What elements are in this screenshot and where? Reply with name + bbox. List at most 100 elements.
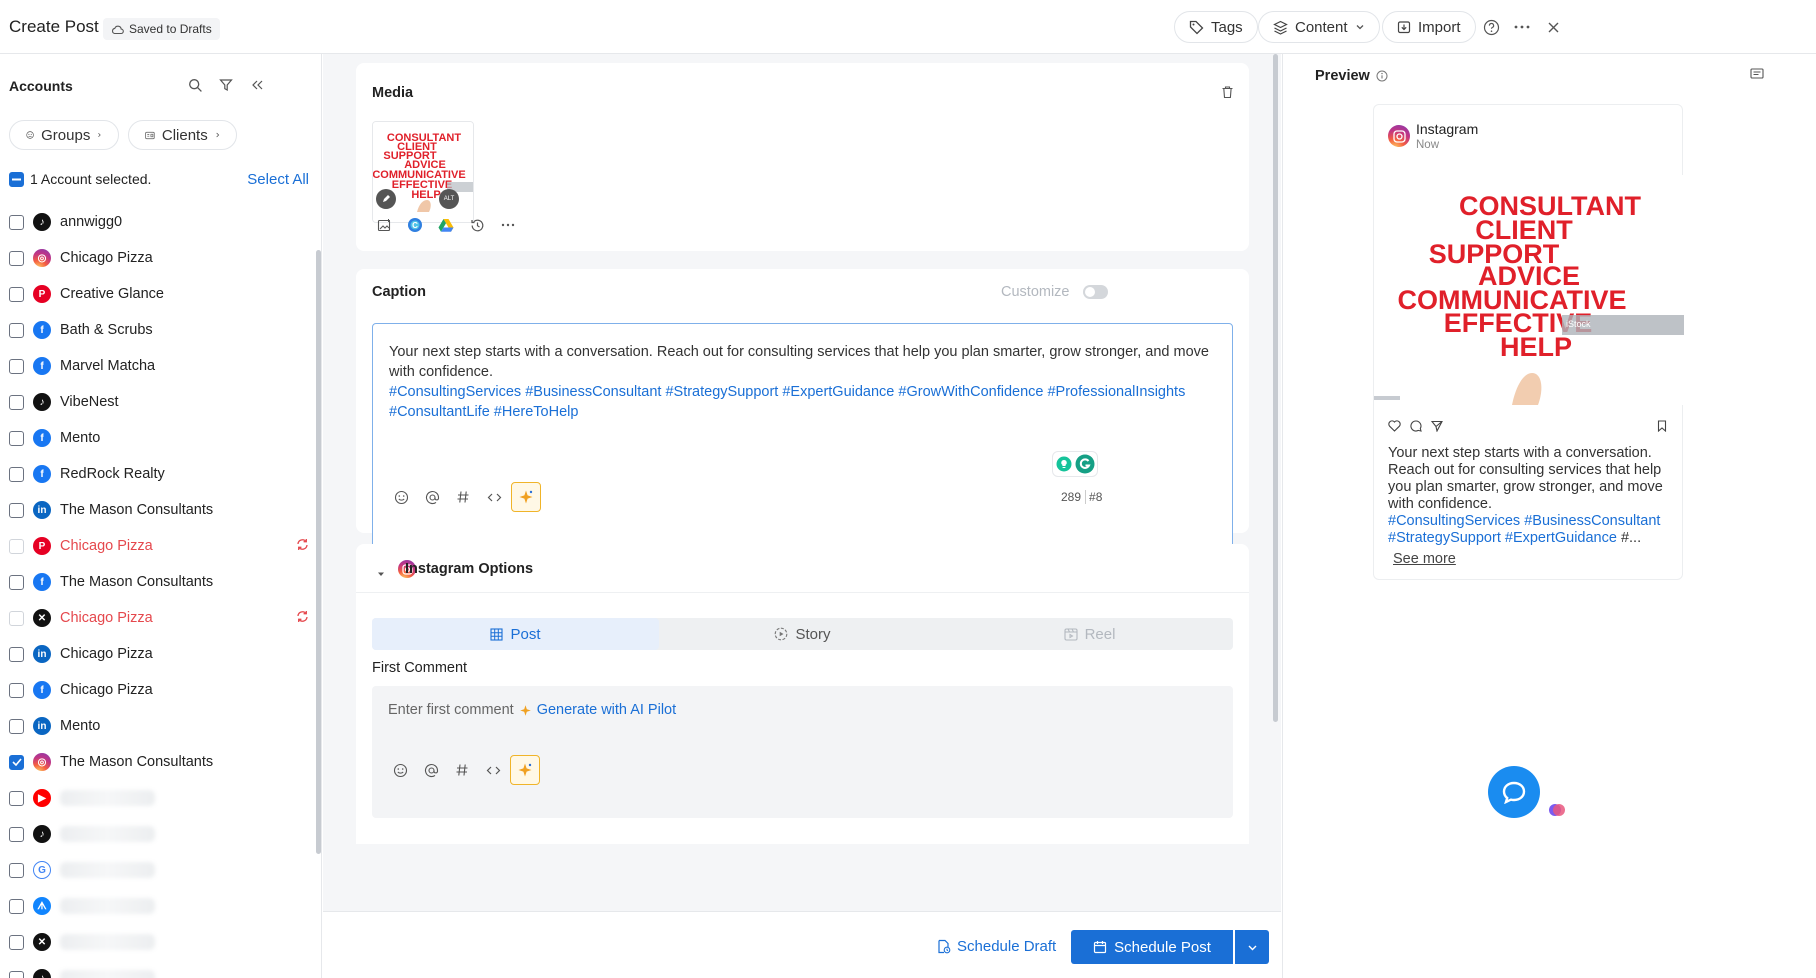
google-drive-icon[interactable] bbox=[435, 214, 457, 236]
first-comment-editor[interactable]: Enter first comment Generate with AI Pil… bbox=[372, 686, 1233, 818]
account-checkbox[interactable] bbox=[9, 538, 24, 554]
trash-icon[interactable] bbox=[1215, 80, 1239, 104]
account-item-redrock-realty-facebook[interactable]: f RedRock Realty bbox=[9, 456, 309, 492]
reconnect-icon[interactable] bbox=[296, 610, 309, 626]
account-checkbox[interactable] bbox=[9, 214, 24, 230]
account-checkbox[interactable] bbox=[9, 646, 24, 662]
alt-text-badge[interactable]: ALT bbox=[439, 189, 459, 209]
reconnect-icon[interactable] bbox=[296, 538, 309, 554]
code-icon[interactable] bbox=[482, 485, 506, 509]
schedule-options-dropdown[interactable] bbox=[1235, 930, 1269, 964]
edit-media-icon[interactable] bbox=[376, 189, 396, 209]
account-checkbox[interactable] bbox=[9, 394, 24, 410]
account-checkbox[interactable] bbox=[9, 358, 24, 374]
collapse-caret-icon[interactable] bbox=[376, 566, 386, 576]
tab-post[interactable]: Post bbox=[372, 618, 659, 650]
account-item-chicago-pizza-instagram[interactable]: ◎ Chicago Pizza bbox=[9, 240, 309, 276]
comment-icon[interactable] bbox=[1410, 419, 1422, 435]
share-icon[interactable] bbox=[1430, 419, 1443, 435]
account-item-annwigg0-tiktok[interactable]: ♪ annwigg0 bbox=[9, 204, 309, 240]
filter-icon[interactable] bbox=[217, 76, 235, 94]
account-checkbox[interactable] bbox=[9, 322, 24, 338]
account-checkbox[interactable] bbox=[9, 862, 24, 878]
like-icon[interactable] bbox=[1388, 419, 1401, 435]
account-checkbox[interactable] bbox=[9, 250, 24, 266]
grammarly-widget[interactable] bbox=[1052, 451, 1098, 477]
account-checkbox[interactable] bbox=[9, 898, 24, 914]
generate-ai-link[interactable]: Generate with AI Pilot bbox=[537, 702, 676, 718]
account-item-hidden-x[interactable]: ✕ bbox=[9, 924, 309, 960]
account-item-chicago-pizza-linkedin[interactable]: in Chicago Pizza bbox=[9, 636, 309, 672]
more-media-options-icon[interactable] bbox=[497, 214, 519, 236]
groups-button[interactable]: Groups bbox=[9, 120, 119, 150]
ai-sparkle-icon[interactable] bbox=[511, 482, 541, 512]
account-checkbox[interactable] bbox=[9, 430, 24, 446]
clients-button[interactable]: Clients bbox=[128, 120, 237, 150]
help-icon[interactable] bbox=[1481, 17, 1501, 37]
account-checkbox[interactable] bbox=[9, 790, 24, 806]
account-item-marvel-matcha-facebook[interactable]: f Marvel Matcha bbox=[9, 348, 309, 384]
account-item-hidden-youtube[interactable]: ▶ bbox=[9, 780, 309, 816]
more-options-icon[interactable] bbox=[1512, 17, 1532, 37]
emoji-icon[interactable] bbox=[388, 758, 412, 782]
media-thumbnail[interactable]: CONSULTANT CLIENT SUPPORT ADVICE COMMUNI… bbox=[372, 121, 474, 223]
canva-icon[interactable]: C bbox=[404, 214, 426, 236]
accounts-scrollbar[interactable] bbox=[316, 250, 321, 854]
account-checkbox[interactable] bbox=[9, 286, 24, 302]
import-button[interactable]: Import bbox=[1382, 11, 1476, 43]
mention-icon[interactable] bbox=[419, 758, 443, 782]
account-item-hidden-tiktok[interactable]: ♪ bbox=[9, 816, 309, 852]
account-checkbox[interactable] bbox=[9, 718, 24, 734]
account-item-hidden-tiktok[interactable]: ♪ bbox=[9, 960, 309, 978]
account-item-creative-glance-pinterest[interactable]: P Creative Glance bbox=[9, 276, 309, 312]
chat-support-button[interactable] bbox=[1488, 766, 1540, 818]
account-item-chicago-pizza-x[interactable]: ✕ Chicago Pizza bbox=[9, 600, 309, 636]
customize-toggle[interactable] bbox=[1083, 285, 1108, 299]
account-checkbox[interactable] bbox=[9, 574, 24, 590]
account-item-chicago-pizza-pinterest[interactable]: P Chicago Pizza bbox=[9, 528, 309, 564]
account-checkbox[interactable] bbox=[9, 934, 24, 950]
search-icon[interactable] bbox=[186, 76, 204, 94]
account-item-the-mason-consultants-facebook[interactable]: f The Mason Consultants bbox=[9, 564, 309, 600]
comments-icon[interactable] bbox=[1750, 67, 1764, 84]
account-checkbox[interactable] bbox=[9, 466, 24, 482]
emoji-icon[interactable] bbox=[389, 485, 413, 509]
account-item-vibenest-tiktok[interactable]: ♪ VibeNest bbox=[9, 384, 309, 420]
code-icon[interactable] bbox=[481, 758, 505, 782]
tab-reel[interactable]: Reel bbox=[946, 618, 1233, 650]
account-item-chicago-pizza-facebook[interactable]: f Chicago Pizza bbox=[9, 672, 309, 708]
account-item-mento-facebook[interactable]: f Mento bbox=[9, 420, 309, 456]
collapse-panel-icon[interactable] bbox=[248, 76, 266, 94]
close-icon[interactable] bbox=[1543, 17, 1563, 37]
account-checkbox[interactable] bbox=[9, 610, 24, 626]
account-item-the-mason-consultants-linkedin[interactable]: in The Mason Consultants bbox=[9, 492, 309, 528]
account-checkbox[interactable] bbox=[9, 754, 24, 770]
select-indeterminate-checkbox[interactable] bbox=[9, 171, 24, 187]
schedule-draft-button[interactable]: Schedule Draft bbox=[937, 938, 1056, 955]
hashtag-icon[interactable] bbox=[450, 758, 474, 782]
content-dropdown[interactable]: Content bbox=[1258, 11, 1380, 43]
account-item-bath-scrubs-facebook[interactable]: f Bath & Scrubs bbox=[9, 312, 309, 348]
select-all-link[interactable]: Select All bbox=[247, 171, 309, 188]
account-item-hidden-bluesky[interactable]: ᗑ bbox=[9, 888, 309, 924]
add-media-icon[interactable] bbox=[373, 214, 395, 236]
mention-icon[interactable] bbox=[420, 485, 444, 509]
tab-story[interactable]: Story bbox=[659, 618, 946, 650]
account-item-hidden-google[interactable]: G bbox=[9, 852, 309, 888]
see-more-link[interactable]: See more bbox=[1393, 551, 1456, 567]
hashtag-icon[interactable] bbox=[451, 485, 475, 509]
schedule-post-button[interactable]: Schedule Post bbox=[1071, 930, 1233, 964]
brain-icon[interactable] bbox=[1548, 801, 1568, 821]
account-item-mento-linkedin[interactable]: in Mento bbox=[9, 708, 309, 744]
ai-sparkle-icon[interactable] bbox=[510, 755, 540, 785]
account-item-the-mason-consultants-instagram[interactable]: ◎ The Mason Consultants bbox=[9, 744, 309, 780]
bookmark-icon[interactable] bbox=[1657, 419, 1667, 435]
account-checkbox[interactable] bbox=[9, 826, 24, 842]
composer-scrollbar[interactable] bbox=[1273, 54, 1278, 722]
caption-editor[interactable]: Your next step starts with a conversatio… bbox=[372, 323, 1233, 557]
account-checkbox[interactable] bbox=[9, 970, 24, 978]
tags-button[interactable]: Tags bbox=[1174, 11, 1258, 43]
account-checkbox[interactable] bbox=[9, 682, 24, 698]
account-checkbox[interactable] bbox=[9, 502, 24, 518]
caption-text[interactable]: Your next step starts with a conversatio… bbox=[389, 342, 1219, 422]
